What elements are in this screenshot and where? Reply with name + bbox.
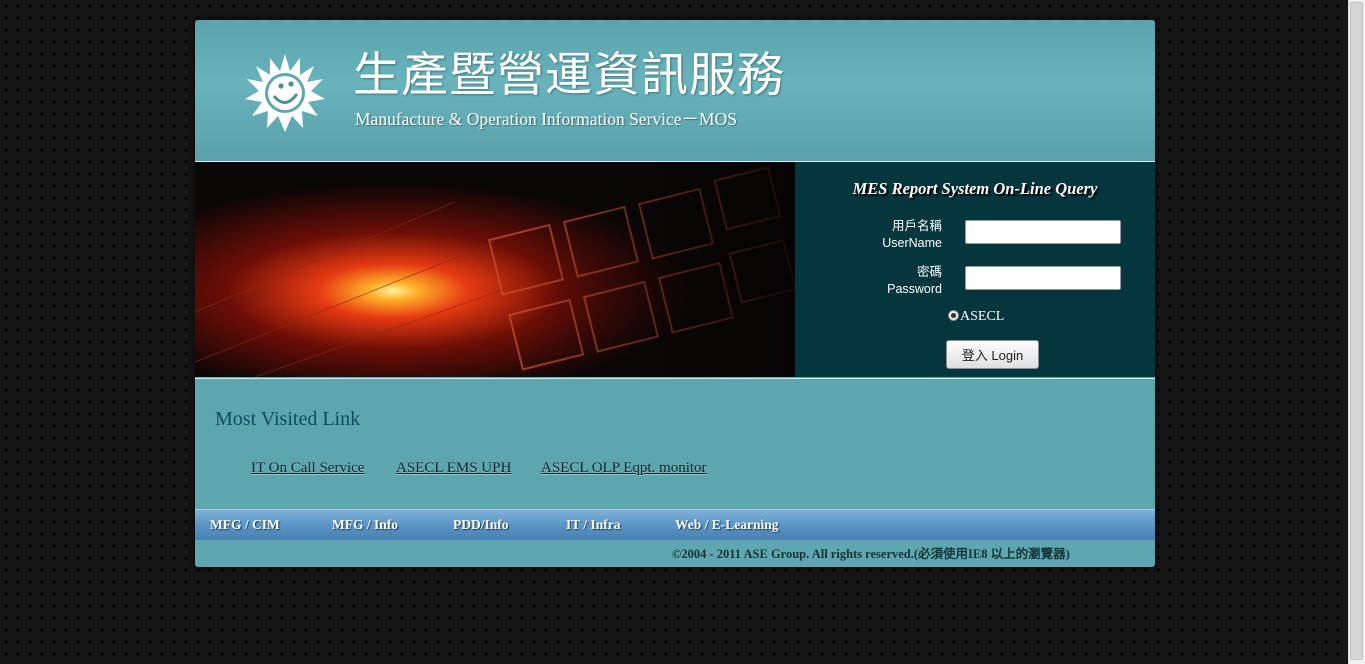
username-label: 用戶名稱 UserName <box>882 218 942 252</box>
login-title: MES Report System On-Line Query <box>852 179 1098 198</box>
site-title-chinese: 生產暨營運資訊服務 <box>353 48 785 103</box>
username-label-en: UserName <box>882 236 942 250</box>
password-label-cn: 密碼 <box>916 265 942 279</box>
nav-item-mfg-cim[interactable]: MFG / CIM <box>210 517 280 533</box>
nav-item-web-elearning[interactable]: Web / E-Learning <box>675 517 779 533</box>
nav-item-it-infra[interactable]: IT / Infra <box>566 517 621 533</box>
scrollbar-thumb[interactable] <box>1350 2 1363 660</box>
most-visited-section: Most Visited Link IT On Call Service ASE… <box>195 378 1155 510</box>
asecl-radio-label: ASECL <box>960 309 1005 324</box>
nav-item-mfg-info[interactable]: MFG / Info <box>332 517 398 533</box>
radio-selected-icon[interactable] <box>948 310 959 321</box>
site-title-english: Manufacture & Operation Information Serv… <box>355 109 737 129</box>
username-label-cn: 用戶名稱 <box>891 219 942 233</box>
bottom-nav-bar: MFG / CIM MFG / Info PDD/Info IT / Infra… <box>195 509 1155 540</box>
most-visited-heading: Most Visited Link <box>215 408 361 430</box>
password-label: 密碼 Password <box>887 264 942 298</box>
link-asecl-ems-uph[interactable]: ASECL EMS UPH <box>396 460 511 477</box>
site-header: 生產暨營運資訊服務 Manufacture & Operation Inform… <box>195 20 1155 162</box>
login-button[interactable]: 登入 Login <box>946 340 1039 369</box>
link-asecl-olp-eqpt-monitor[interactable]: ASECL OLP Eqpt. monitor <box>541 460 707 477</box>
login-panel: MES Report System On-Line Query 用戶名稱 Use… <box>795 162 1155 377</box>
password-input[interactable] <box>965 266 1121 290</box>
vertical-scrollbar[interactable] <box>1348 0 1365 664</box>
copyright-footer: ©2004 - 2011 ASE Group. All rights reser… <box>672 547 1070 561</box>
main-container: 生產暨營運資訊服務 Manufacture & Operation Inform… <box>195 20 1155 567</box>
chip-die-photo-icon <box>195 162 795 377</box>
link-it-on-call-service[interactable]: IT On Call Service <box>251 460 364 477</box>
asecl-radio-option[interactable]: ASECL <box>948 309 1004 325</box>
nav-item-pdd-info[interactable]: PDD/Info <box>453 517 509 533</box>
sun-smile-logo-icon <box>245 54 325 132</box>
banner-image <box>195 162 795 377</box>
username-input[interactable] <box>965 220 1121 244</box>
password-label-en: Password <box>887 282 942 296</box>
